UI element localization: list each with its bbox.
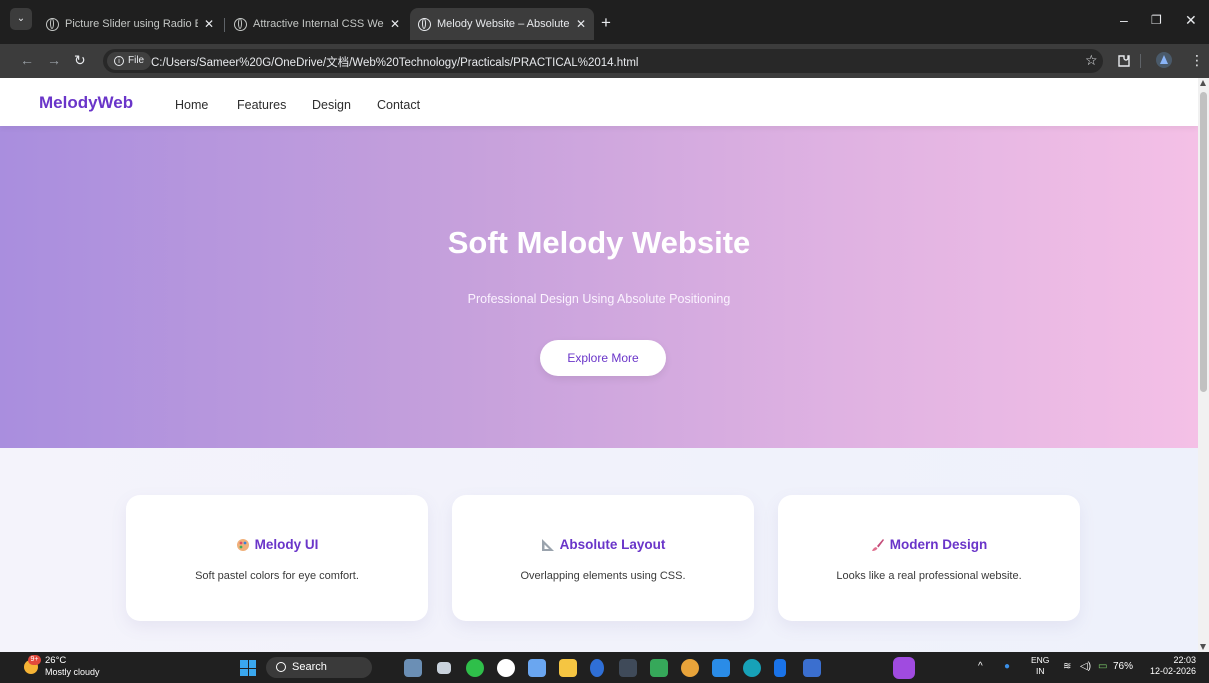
tab-strip: ⌄ Picture Slider using Radio Butto ✕ Att… [0,0,1209,44]
language-indicator[interactable]: ENG IN [1031,655,1049,677]
nav-link-contact[interactable]: Contact [377,98,420,112]
globe-icon [418,17,431,31]
search-label: Search [292,661,327,673]
card-title: Absolute Layout [559,537,666,552]
chatgpt-icon[interactable] [497,659,515,677]
tab-attractive-css[interactable]: Attractive Internal CSS Web Pag ✕ [226,8,408,40]
card-heading: Modern Design [778,537,1080,552]
site-info-chip[interactable]: i File [107,52,152,70]
clock-time: 22:03 [1173,655,1196,665]
whatsapp-icon[interactable] [466,659,484,677]
close-window-icon[interactable]: ✕ [1185,12,1197,29]
feature-card-melody-ui: Melody UI Soft pastel colors for eye com… [126,495,428,621]
card-heading: Melody UI [126,537,428,552]
hero-subtitle: Professional Design Using Absolute Posit… [467,292,731,306]
search-icon [276,662,286,672]
terminal-icon[interactable] [619,659,637,677]
edge-icon[interactable] [743,659,761,677]
tab-title: Picture Slider using Radio Butto [65,18,198,30]
weather-temperature[interactable]: 26°C [45,655,66,666]
show-hidden-icons-chevron-icon[interactable]: ^ [978,661,983,672]
taskbar: 9+ 26°C Mostly cloudy Search ^ ● ENG IN … [0,652,1209,683]
file-chip-label: File [128,55,145,66]
battery-percent[interactable]: 76% [1113,661,1133,672]
chrome-icon[interactable] [681,659,699,677]
nav-link-design[interactable]: Design [312,98,351,112]
globe-icon [234,17,247,31]
card-heading: Absolute Layout [452,537,754,552]
battery-icon[interactable]: ▭ [1098,661,1107,672]
card-description: Looks like a real professional website. [836,570,1022,582]
triangle-ruler-icon [541,539,554,551]
page-scrollbar[interactable] [1198,78,1209,652]
copilot-icon[interactable] [528,659,546,677]
back-icon[interactable]: ← [20,53,34,67]
tab-close-icon[interactable]: ✕ [576,17,586,31]
info-icon: i [114,56,124,66]
wifi-icon[interactable]: ≋ [1063,661,1071,672]
screen-app-icon[interactable] [650,659,668,677]
launcher-icon[interactable] [774,659,786,677]
tab-close-icon[interactable]: ✕ [390,17,400,31]
card-description: Overlapping elements using CSS. [520,570,686,582]
extensions-icon[interactable] [1116,53,1130,69]
paint-app-icon[interactable] [893,657,915,679]
toolbar-divider [1140,54,1141,68]
tab-separator [224,18,225,32]
minimize-icon[interactable]: – [1120,12,1128,28]
feature-card-modern-design: Modern Design Looks like a real professi… [778,495,1080,621]
scroll-up-arrow-icon[interactable] [1200,80,1206,86]
task-view-icon[interactable] [437,662,451,674]
hero-section: Soft Melody Website Professional Design … [0,126,1198,448]
explore-more-button[interactable]: Explore More [540,340,666,376]
tab-picture-slider[interactable]: Picture Slider using Radio Butto ✕ [38,8,222,40]
vscode-icon[interactable] [712,659,730,677]
palette-icon [236,539,249,551]
hero-title: Soft Melody Website [447,225,751,260]
tab-title: Melody Website – Absolute Po [437,18,570,30]
bookmark-star-icon[interactable]: ☆ [1085,52,1098,69]
globe-icon [46,17,59,31]
site-navbar: MelodyWeb Home Features Design Contact [0,78,1198,126]
feature-card-absolute-layout: Absolute Layout Overlapping elements usi… [452,495,754,621]
card-description: Soft pastel colors for eye comfort. [195,570,359,582]
tab-close-icon[interactable]: ✕ [204,17,214,31]
features-section: Melody UI Soft pastel colors for eye com… [0,448,1198,652]
card-title: Melody UI [254,537,319,552]
new-tab-button[interactable]: + [601,14,611,31]
notification-badge: 9+ [28,655,41,665]
bluetooth-app-icon[interactable] [590,659,604,677]
tab-title: Attractive Internal CSS Web Pag [253,18,384,30]
nav-link-features[interactable]: Features [237,98,286,112]
paintbrush-icon [871,539,884,551]
tab-search-chevron-icon[interactable]: ⌄ [10,8,32,30]
widgets-app-icon[interactable] [404,659,422,677]
page-viewport: MelodyWeb Home Features Design Contact S… [0,78,1198,652]
scroll-down-arrow-icon[interactable] [1200,644,1206,650]
region-code: IN [1035,666,1045,676]
clock-date: 12-02-2026 [1149,666,1196,676]
restore-icon[interactable]: ❐ [1151,13,1162,27]
language-code: ENG [1031,655,1050,665]
weather-description[interactable]: Mostly cloudy [45,667,100,677]
tab-melody-website[interactable]: Melody Website – Absolute Po ✕ [410,8,594,40]
notepad-icon[interactable] [803,659,821,677]
browser-toolbar: ← → ↻ i File C:/Users/Sameer%20G/OneDriv… [0,44,1209,78]
file-explorer-icon[interactable] [559,659,577,677]
address-bar[interactable]: i File C:/Users/Sameer%20G/OneDrive/文档/W… [103,49,1103,73]
more-menu-icon[interactable]: ⋮ [1190,52,1204,69]
profile-avatar[interactable] [1156,52,1172,68]
start-menu-icon[interactable] [240,660,256,676]
reload-icon[interactable]: ↻ [74,53,86,67]
forward-icon[interactable]: → [47,53,61,67]
system-clock[interactable]: 22:03 12-02-2026 [1148,655,1196,677]
taskbar-search[interactable]: Search [266,657,372,678]
url-text[interactable]: C:/Users/Sameer%20G/OneDrive/文档/Web%20Te… [151,54,638,70]
nav-link-home[interactable]: Home [175,98,208,112]
volume-icon[interactable]: ◁) [1080,661,1091,672]
card-title: Modern Design [889,537,988,552]
site-logo[interactable]: MelodyWeb [39,93,133,113]
bluetooth-tray-icon[interactable]: ● [1004,661,1010,672]
scrollbar-thumb[interactable] [1200,92,1207,392]
